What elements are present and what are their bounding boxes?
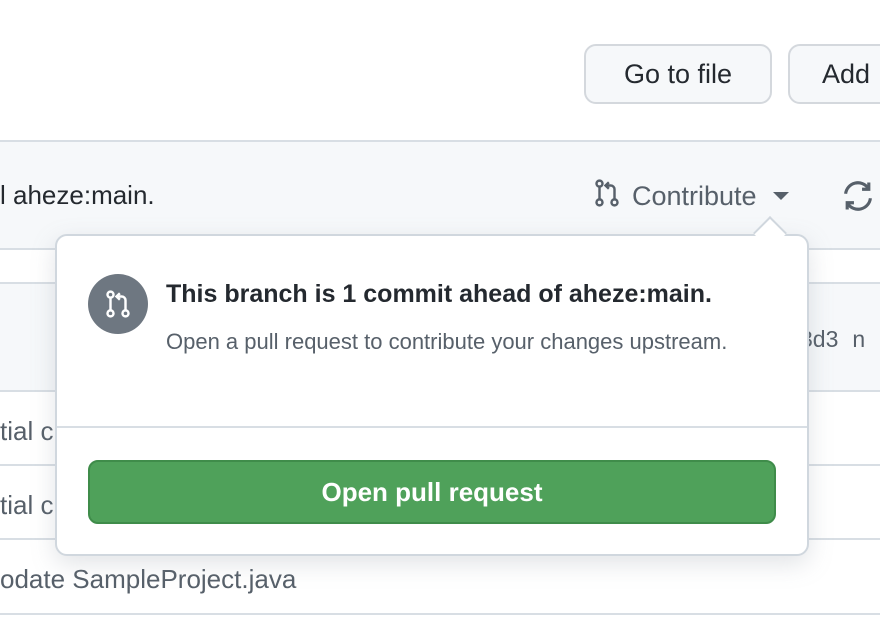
contribute-button[interactable]: Contribute bbox=[592, 176, 789, 216]
row-divider bbox=[0, 613, 880, 615]
add-file-button[interactable]: Add bbox=[788, 44, 880, 104]
go-to-file-button[interactable]: Go to file bbox=[584, 44, 772, 104]
popover-divider bbox=[57, 426, 807, 428]
git-pull-request-icon bbox=[592, 178, 632, 215]
list-item[interactable]: tial c bbox=[0, 490, 53, 521]
list-item[interactable]: tial c bbox=[0, 416, 53, 447]
open-pull-request-button[interactable]: Open pull request bbox=[88, 460, 776, 524]
branch-status-text: l aheze:main. bbox=[0, 180, 155, 210]
popover-title: This branch is 1 commit ahead of aheze:m… bbox=[166, 280, 712, 308]
chevron-down-icon bbox=[772, 192, 789, 200]
popover-description: Open a pull request to contribute your c… bbox=[166, 329, 728, 354]
commit-sha[interactable]: 3d3 n bbox=[800, 326, 865, 353]
list-item[interactable]: odate SampleProject.java bbox=[0, 564, 296, 595]
sync-icon[interactable] bbox=[840, 178, 876, 219]
git-pull-request-icon bbox=[88, 274, 148, 334]
contribute-label: Contribute bbox=[632, 180, 757, 211]
